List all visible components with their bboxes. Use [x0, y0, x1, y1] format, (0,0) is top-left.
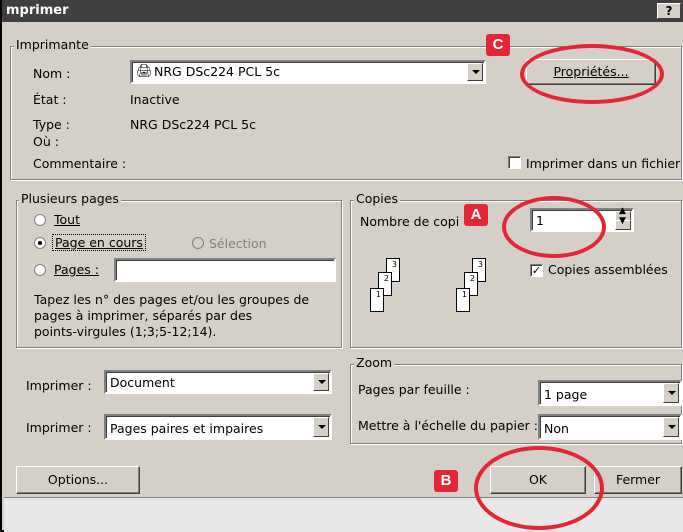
printer-state-label: État :	[33, 92, 67, 107]
printer-where-label: Où :	[33, 134, 59, 149]
print-what-label: Imprimer :	[26, 378, 92, 393]
page-range-help-1: Tapez les n° des pages et/ou les groupes…	[34, 292, 310, 307]
window-title: mprimer	[6, 3, 69, 18]
close-button[interactable]: Fermer	[594, 466, 682, 494]
ok-button[interactable]: OK	[490, 466, 586, 494]
chevron-down-icon[interactable]	[663, 417, 679, 437]
page-range-legend: Plusieurs pages	[19, 191, 121, 206]
annotation-badge-b: B	[434, 470, 458, 492]
annotation-badge-a: A	[464, 204, 488, 226]
page-icon: 1	[456, 288, 470, 312]
collate-label: Copies assemblées	[548, 262, 668, 277]
page-range-help-3: points-virgules (1;3;5-12;14).	[34, 324, 217, 339]
pages-input[interactable]	[114, 258, 336, 282]
pages-per-sheet-combo[interactable]: 1 page	[538, 380, 682, 406]
printer-type-label: Type :	[33, 117, 70, 132]
printer-group-legend: Imprimante	[14, 37, 91, 52]
spin-down-button[interactable]: ▼	[615, 216, 631, 230]
printer-name-combo[interactable]: 🖨 NRG DSc224 PCL 5c	[130, 60, 486, 84]
chevron-down-icon[interactable]	[313, 373, 329, 391]
chevron-down-icon[interactable]	[663, 383, 679, 403]
annotation-badge-c: C	[486, 34, 510, 56]
print-pages-label: Imprimer :	[26, 420, 92, 435]
radio-selection[interactable]	[192, 237, 204, 249]
radio-all[interactable]	[34, 214, 46, 226]
radio-selection-label: Sélection	[209, 236, 267, 251]
print-to-file-checkbox[interactable]	[508, 156, 521, 169]
properties-button[interactable]: Propriétés...	[526, 59, 656, 85]
options-button[interactable]: Options...	[16, 466, 140, 494]
copies-legend: Copies	[354, 191, 400, 206]
radio-all-label: Tout	[54, 212, 80, 227]
radio-current-page[interactable]	[34, 237, 46, 249]
printer-icon: 🖨	[136, 64, 153, 79]
status-bar	[4, 497, 683, 532]
zoom-legend: Zoom	[354, 355, 395, 370]
collate-checkbox[interactable]: ✓	[530, 264, 543, 277]
radio-pages[interactable]	[34, 264, 46, 276]
chevron-down-icon[interactable]	[313, 417, 329, 437]
chevron-down-icon[interactable]	[467, 63, 483, 81]
printer-type-value: NRG DSc224 PCL 5c	[130, 117, 256, 132]
print-pages-combo[interactable]: Pages paires et impaires	[104, 414, 332, 440]
radio-current-page-label: Page en cours	[52, 234, 146, 251]
copies-count-label: Nombre de copi	[360, 214, 460, 229]
help-button[interactable]: ?	[657, 3, 681, 19]
printer-name-label: Nom :	[33, 66, 71, 81]
copies-count-input[interactable]: 1 ▲ ▼	[530, 206, 634, 232]
scale-to-paper-label: Mettre à l'échelle du papier :	[358, 418, 538, 433]
printer-name-value: NRG DSc224 PCL 5c	[154, 64, 280, 79]
scale-to-paper-combo[interactable]: Non	[538, 414, 682, 440]
print-what-combo[interactable]: Document	[104, 370, 332, 394]
printer-comment-label: Commentaire :	[33, 156, 127, 171]
title-bar: mprimer ?	[2, 0, 683, 22]
radio-pages-label: Pages :	[54, 262, 99, 277]
print-dialog: mprimer ? Imprimante Nom : 🖨 NRG DSc224 …	[0, 0, 683, 532]
page-icon: 1	[370, 288, 384, 312]
print-to-file-label: Imprimer dans un fichier	[526, 156, 681, 171]
printer-state-value: Inactive	[130, 92, 180, 107]
page-range-help-2: pages à imprimer, séparés par des	[34, 308, 253, 323]
pages-per-sheet-label: Pages par feuille :	[358, 382, 470, 397]
